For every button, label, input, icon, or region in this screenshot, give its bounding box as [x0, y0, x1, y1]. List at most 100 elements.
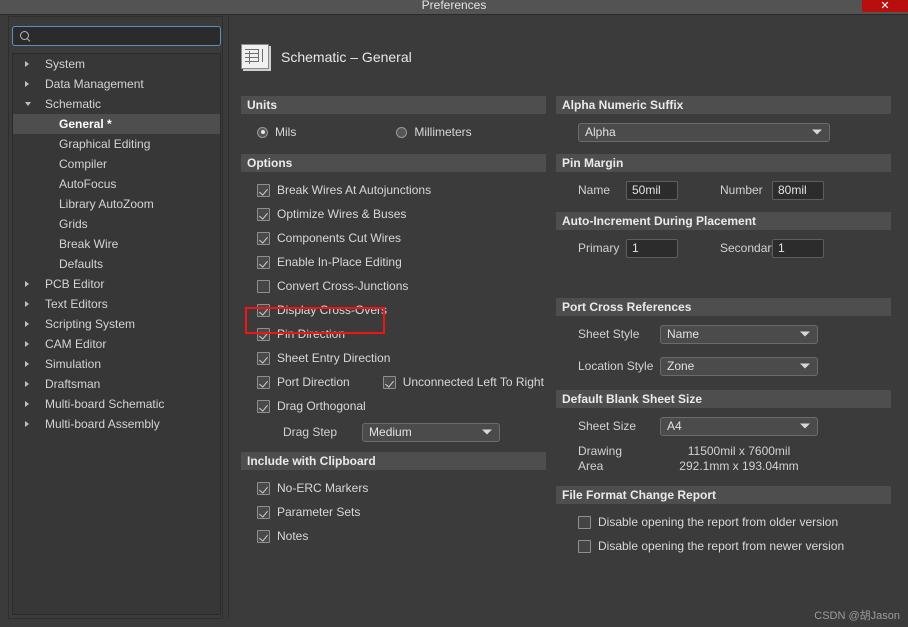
checkbox-sheet-entry-direction[interactable] [257, 351, 270, 365]
search-box[interactable] [12, 26, 221, 46]
chevron-down-icon [800, 423, 810, 429]
page-title: Schematic – General [281, 48, 412, 65]
checkbox-disable-older-version-report[interactable] [578, 515, 591, 529]
checkbox-optimize-wires[interactable] [257, 207, 270, 221]
option-port-direction-row: Port Direction Unconnected Left To Right [241, 370, 546, 394]
close-button[interactable]: ✕ [862, 0, 908, 12]
sidebar-item-scripting-system[interactable]: Scripting System [13, 314, 220, 334]
option-optimize-wires[interactable]: Optimize Wires & Buses [241, 202, 546, 226]
sidebar-item-label: Scripting System [45, 317, 136, 331]
sidebar-item-defaults[interactable]: Defaults [13, 254, 220, 274]
clipboard-section-body: No-ERC Markers Parameter Sets Notes [241, 470, 546, 552]
clipboard-no-erc-markers[interactable]: No-ERC Markers [241, 476, 546, 500]
sidebar-item-label: Data Management [45, 77, 144, 91]
sidebar-item-simulation[interactable]: Simulation [13, 354, 220, 374]
option-break-wires[interactable]: Break Wires At Autojunctions [241, 178, 546, 202]
sidebar-item-pcb-editor[interactable]: PCB Editor [13, 274, 220, 294]
schematic-icon [241, 44, 269, 69]
sheet-size-dropdown[interactable]: A4 [660, 416, 818, 436]
checkbox-break-wires[interactable] [257, 183, 270, 197]
option-display-cross-overs[interactable]: Display Cross-Overs [241, 298, 546, 322]
option-enable-in-place-editing[interactable]: Enable In-Place Editing [241, 250, 546, 274]
port-cross-refs-section-header: Port Cross References [556, 298, 891, 316]
checkbox-disable-newer-version-report[interactable] [578, 539, 591, 553]
preferences-window: Preferences ✕ System Data Management Schem… [0, 0, 908, 627]
alpha-suffix-dropdown[interactable]: Alpha [578, 122, 830, 142]
checkbox-port-direction[interactable] [257, 375, 270, 389]
sheet-style-dropdown[interactable]: Name [660, 324, 818, 344]
sidebar-item-grids[interactable]: Grids [13, 214, 220, 234]
sidebar-item-draftsman[interactable]: Draftsman [13, 374, 220, 394]
sidebar-item-data-management[interactable]: Data Management [13, 74, 220, 94]
chevron-right-icon[interactable] [25, 301, 29, 307]
radio-millimeters-indicator [396, 126, 408, 138]
checkbox-pin-direction[interactable] [257, 327, 270, 341]
chevron-right-icon[interactable] [25, 281, 29, 287]
sidebar-item-graphical-editing[interactable]: Graphical Editing [13, 134, 220, 154]
chevron-right-icon[interactable] [25, 401, 29, 407]
clipboard-notes[interactable]: Notes [241, 524, 546, 548]
auto-increment-secondary-input[interactable]: 1 [772, 238, 824, 258]
clipboard-parameter-sets[interactable]: Parameter Sets [241, 500, 546, 524]
search-icon [19, 30, 31, 42]
preferences-tree[interactable]: System Data Management Schematic General * G… [12, 53, 221, 615]
drag-step-dropdown[interactable]: Medium [362, 422, 501, 442]
checkbox-no-erc-markers[interactable] [257, 481, 270, 495]
report-older-version-row[interactable]: Disable opening the report from older ve… [556, 510, 891, 534]
radio-mils-indicator [257, 126, 268, 138]
auto-increment-primary-input[interactable]: 1 [626, 238, 678, 258]
checkbox-notes[interactable] [257, 529, 270, 543]
report-newer-version-row[interactable]: Disable opening the report from newer ve… [556, 534, 891, 558]
checkbox-parameter-sets[interactable] [257, 505, 270, 519]
sidebar-item-system[interactable]: System [13, 54, 220, 74]
window-title: Preferences [421, 0, 487, 12]
option-optimize-wires-label: Optimize Wires & Buses [277, 207, 407, 221]
checkbox-components-cut-wires[interactable] [257, 231, 270, 245]
chevron-down-icon[interactable] [25, 102, 31, 106]
sidebar-item-library-autozoom[interactable]: Library AutoZoom [13, 194, 220, 214]
pin-margin-number-input[interactable]: 80mil [772, 180, 824, 200]
radio-mils[interactable]: Mils [257, 125, 296, 139]
option-port-direction-label: Port Direction [277, 375, 350, 389]
checkbox-unconnected-left-to-right[interactable] [382, 375, 396, 389]
sidebar-item-label: Draftsman [45, 377, 101, 391]
sidebar-item-autofocus[interactable]: AutoFocus [13, 174, 220, 194]
chevron-right-icon[interactable] [25, 81, 29, 87]
option-sheet-entry-direction[interactable]: Sheet Entry Direction [241, 346, 546, 370]
pin-margin-number-label: Number [720, 183, 763, 197]
search-input[interactable] [31, 28, 220, 44]
sidebar-item-label: Graphical Editing [59, 137, 151, 151]
sidebar-item-multi-board-schematic[interactable]: Multi-board Schematic [13, 394, 220, 414]
file-format-report-section-header: File Format Change Report [556, 486, 891, 504]
chevron-right-icon[interactable] [25, 61, 29, 67]
auto-increment-primary-label: Primary [578, 241, 620, 255]
chevron-down-icon [482, 429, 493, 435]
checkbox-enable-in-place-editing[interactable] [257, 255, 270, 269]
checkbox-drag-orthogonal[interactable] [257, 399, 270, 413]
chevron-right-icon[interactable] [25, 341, 29, 347]
sidebar-item-label: Multi-board Schematic [45, 397, 165, 411]
sidebar-item-multi-board-assembly[interactable]: Multi-board Assembly [13, 414, 220, 434]
chevron-right-icon[interactable] [25, 321, 29, 327]
sidebar-item-text-editors[interactable]: Text Editors [13, 294, 220, 314]
sidebar-item-cam-editor[interactable]: CAM Editor [13, 334, 220, 354]
option-components-cut-wires[interactable]: Components Cut Wires [241, 226, 546, 250]
chevron-right-icon[interactable] [25, 421, 29, 427]
drawing-area-label-line2: Area [578, 459, 604, 473]
sidebar-item-schematic[interactable]: Schematic [13, 94, 220, 114]
sidebar-item-break-wire[interactable]: Break Wire [13, 234, 220, 254]
option-drag-orthogonal[interactable]: Drag Orthogonal [241, 394, 546, 418]
location-style-dropdown[interactable]: Zone [660, 356, 818, 376]
option-convert-cross-junctions[interactable]: Convert Cross-Junctions [241, 274, 546, 298]
checkbox-convert-cross-junctions[interactable] [257, 279, 270, 293]
sidebar-item-compiler[interactable]: Compiler [13, 154, 220, 174]
pin-margin-name-input[interactable]: 50mil [626, 180, 678, 200]
chevron-right-icon[interactable] [25, 361, 29, 367]
option-convert-cross-junctions-label: Convert Cross-Junctions [277, 279, 409, 293]
option-pin-direction[interactable]: Pin Direction [241, 322, 546, 346]
radio-millimeters[interactable]: Millimeters [396, 125, 472, 139]
sidebar-item-label: AutoFocus [59, 177, 117, 191]
checkbox-display-cross-overs[interactable] [257, 303, 270, 317]
sidebar-item-general[interactable]: General * [13, 114, 220, 134]
chevron-right-icon[interactable] [25, 381, 29, 387]
